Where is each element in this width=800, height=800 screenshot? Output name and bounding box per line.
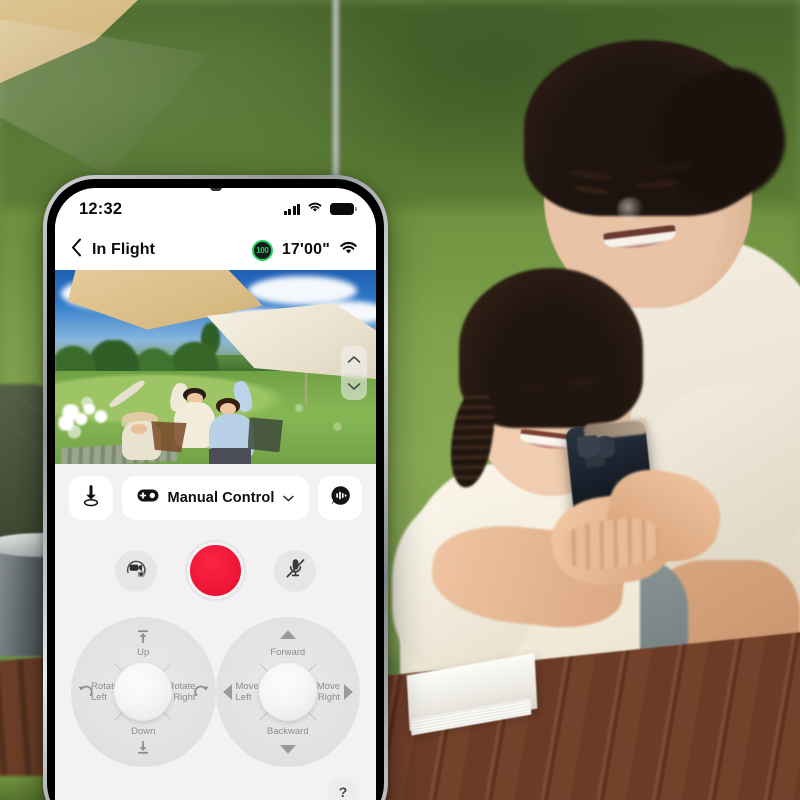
descend-arrow-icon[interactable] [136, 740, 151, 755]
triangle-down-icon[interactable] [279, 744, 297, 755]
voice-command-bubble-icon [329, 484, 352, 512]
phone-mockup: 12:32 In Flight 100 17'00" Manual Contro… [43, 175, 388, 800]
land-drone-icon [81, 484, 101, 512]
preview-person-1-face [130, 424, 147, 434]
triangle-up-icon[interactable] [279, 629, 297, 640]
phone-screen: 12:32 In Flight 100 17'00" Manual Contro… [55, 188, 376, 800]
flight-mode-selector[interactable]: Manual Control [122, 476, 309, 520]
help-button[interactable]: ? [328, 777, 358, 800]
status-icon-group [283, 200, 357, 218]
help-row: ? [69, 767, 362, 800]
gimbal-tilt-control[interactable] [341, 346, 367, 400]
preview-camp-chair-1 [151, 421, 187, 453]
battery-icon [330, 203, 357, 215]
joystick-label-up: Up [137, 647, 150, 658]
microphone-mute-button[interactable] [274, 549, 316, 592]
gamepad-toggle-icon [137, 489, 159, 507]
land-button[interactable] [69, 476, 113, 520]
cellular-signal-icon [283, 203, 300, 215]
microphone-muted-icon [285, 557, 306, 584]
flight-timer: 17'00" [281, 241, 330, 258]
joystick-label-backward: Backward [266, 726, 309, 737]
chevron-up-icon[interactable] [341, 346, 367, 373]
wifi-icon [307, 200, 323, 218]
nav-right-group: 100 17'00" [251, 239, 358, 261]
preview-white-flowers [58, 403, 116, 432]
triangle-left-icon[interactable] [222, 683, 233, 701]
camera-mode-switch-button[interactable] [115, 549, 157, 592]
page-title: In Flight [92, 241, 156, 258]
joystick-label-move-right: Move Right [316, 681, 340, 703]
chevron-down-icon[interactable] [283, 489, 295, 507]
live-video-preview[interactable] [55, 270, 376, 464]
background-held-phone-cameras [576, 433, 616, 470]
status-clock: 12:32 [79, 199, 123, 218]
preview-camp-chair-2 [247, 417, 283, 453]
altitude-rotation-joystick[interactable]: Up Down Rotate Left Rotate Right [71, 617, 216, 767]
status-bar: 12:32 [55, 188, 376, 230]
battery-percent-badge: 100 [251, 239, 273, 261]
control-panel: Manual Control Up Down Rotate Left Rotat… [55, 464, 376, 800]
voice-command-button[interactable] [318, 476, 362, 520]
control-bar: Manual Control [69, 476, 362, 520]
chevron-left-icon[interactable] [71, 238, 82, 262]
record-button[interactable] [187, 542, 244, 599]
switch-camera-mode-icon [124, 556, 149, 586]
joystick-knob[interactable] [258, 663, 317, 721]
joystick-label-move-left: Move Left [235, 681, 259, 703]
ascend-arrow-icon[interactable] [136, 629, 151, 644]
flight-mode-label: Manual Control [167, 490, 275, 506]
movement-joystick[interactable]: Forward Backward Move Left Move Right [215, 617, 360, 767]
joystick-label-down: Down [131, 726, 156, 737]
phone-bezel: 12:32 In Flight 100 17'00" Manual Contro… [47, 179, 384, 800]
wifi-icon[interactable] [339, 241, 358, 260]
navigation-bar: In Flight 100 17'00" [55, 230, 376, 270]
preview-person-3-face [219, 402, 236, 415]
joystick-label-forward: Forward [270, 647, 306, 658]
joystick-knob[interactable] [114, 663, 173, 721]
preview-person-3-skirt [209, 448, 251, 464]
battery-percent-value: 100 [256, 245, 269, 255]
chevron-down-icon[interactable] [341, 373, 367, 400]
capture-row [69, 520, 362, 613]
joystick-row: Up Down Rotate Left Rotate Right Forward… [69, 613, 362, 767]
triangle-right-icon[interactable] [343, 683, 354, 701]
